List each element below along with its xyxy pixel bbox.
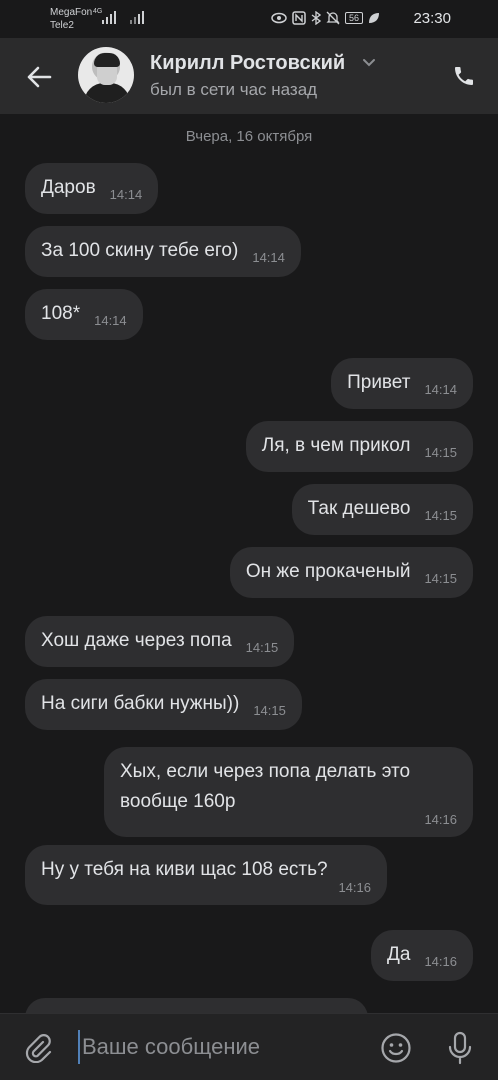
message-time: 14:14 bbox=[252, 250, 285, 265]
message-list[interactable]: Вчера, 16 октября Даров 14:14 За 100 скин… bbox=[0, 114, 498, 1013]
message-bubble[interactable]: Да 14:16 bbox=[371, 930, 473, 981]
microphone-button[interactable] bbox=[440, 1028, 480, 1068]
message-time: 14:14 bbox=[94, 313, 127, 328]
date-separator: Вчера, 16 октября bbox=[185, 128, 313, 145]
message-bubble[interactable]: Ну у тебя на киви щас 108 есть? 14:16 bbox=[25, 845, 387, 905]
message-text: Так дешево bbox=[307, 498, 411, 519]
message-text: За 100 скину тебе его) bbox=[41, 240, 239, 261]
signal-icon bbox=[102, 10, 116, 24]
message-text: Привет bbox=[347, 372, 411, 393]
message-text: Ля, в чем прикол bbox=[261, 435, 411, 456]
smiley-icon bbox=[381, 1033, 411, 1063]
carrier-2: Tele2 bbox=[50, 20, 74, 31]
message-text: Ну у тебя на киви щас 108 есть? bbox=[41, 859, 328, 880]
call-button[interactable] bbox=[444, 56, 484, 96]
message-text: Он же прокаченый bbox=[245, 561, 411, 582]
arrow-left-icon bbox=[27, 66, 52, 88]
message-time: 14:15 bbox=[253, 703, 286, 718]
paperclip-icon bbox=[25, 1034, 52, 1063]
message-text: Да bbox=[387, 944, 411, 965]
nfc-icon bbox=[292, 11, 306, 25]
message-bubble[interactable]: Хых, если через попа делать это вообще 1… bbox=[104, 747, 473, 837]
clock: 23:30 bbox=[413, 10, 451, 27]
message-time: 14:16 bbox=[424, 954, 457, 969]
attach-button[interactable] bbox=[18, 1028, 58, 1068]
emoji-button[interactable] bbox=[376, 1028, 416, 1068]
message-bubble[interactable]: Даров 14:14 bbox=[25, 163, 159, 214]
phone-icon bbox=[455, 67, 473, 85]
eye-icon bbox=[271, 12, 287, 24]
signal-2-icon bbox=[130, 10, 144, 24]
message-time: 14:15 bbox=[424, 445, 457, 460]
contact-status: был в сети час назад bbox=[150, 80, 318, 99]
message-time: 14:14 bbox=[424, 382, 457, 397]
message-bubble[interactable]: Привет 14:14 bbox=[331, 358, 473, 409]
message-bubble[interactable]: Так дешево 14:15 bbox=[291, 484, 473, 535]
microphone-icon bbox=[448, 1031, 472, 1065]
message-text: Хых, если через попа делать это вообще 1… bbox=[120, 761, 411, 812]
message-time: 14:16 bbox=[424, 812, 457, 827]
message-time: 14:15 bbox=[245, 640, 279, 655]
status-icons: 56 bbox=[271, 9, 380, 27]
contact-name[interactable]: Кирилл Ростовский bbox=[150, 52, 345, 75]
bluetooth-icon bbox=[311, 11, 321, 25]
message-bubble[interactable]: Он же прокаченый 14:15 bbox=[229, 547, 473, 598]
carrier-names: MegaFon Tele2 bbox=[50, 6, 92, 32]
composer-bar bbox=[0, 1013, 498, 1080]
chat-header: Кирилл Ростовский был в сети час назад bbox=[0, 38, 498, 114]
status-bar: MegaFon Tele2 4G 56 23:30 bbox=[0, 0, 498, 38]
message-bubble[interactable]: На сиги бабки нужны)) 14:15 bbox=[25, 679, 302, 730]
message-text: На сиги бабки нужны)) bbox=[41, 693, 240, 714]
chevron-down-icon[interactable] bbox=[362, 58, 376, 67]
battery-icon: 56 bbox=[344, 12, 363, 24]
message-text: 108* bbox=[41, 303, 81, 324]
message-time: 14:15 bbox=[424, 508, 457, 523]
message-bubble[interactable]: Ля, в чем прикол 14:15 bbox=[245, 421, 473, 472]
message-bubble[interactable]: 108* 14:14 bbox=[25, 289, 143, 340]
message-bubble[interactable]: Хош даже через попа 14:15 bbox=[25, 616, 295, 667]
avatar[interactable] bbox=[78, 47, 134, 103]
message-bubble-partial[interactable] bbox=[25, 998, 368, 1013]
message-bubble[interactable]: За 100 скину тебе его) 14:14 bbox=[25, 226, 301, 277]
carrier-1: MegaFon bbox=[50, 7, 93, 18]
network-type: 4G bbox=[93, 8, 103, 15]
message-input[interactable] bbox=[78, 1030, 358, 1064]
message-time: 14:15 bbox=[424, 571, 457, 586]
message-time: 14:16 bbox=[338, 880, 371, 895]
message-text: Даров bbox=[41, 177, 96, 198]
mute-bell-icon bbox=[326, 11, 340, 25]
message-text: Хош даже через попа bbox=[41, 630, 232, 651]
message-time: 14:14 bbox=[109, 187, 143, 202]
leaf-icon bbox=[369, 13, 379, 23]
back-button[interactable] bbox=[18, 56, 60, 98]
